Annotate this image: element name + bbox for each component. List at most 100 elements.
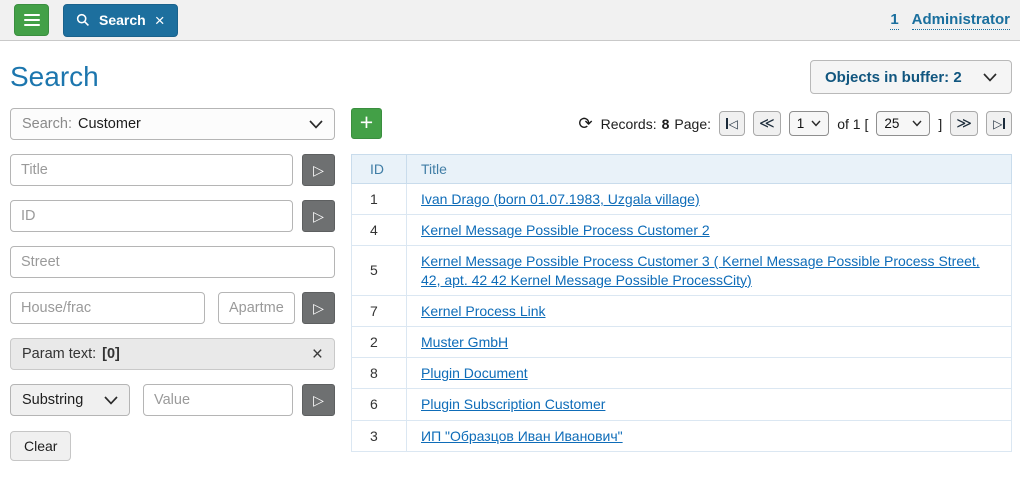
- pagination: ⟳ Records: 8 Page: ◁ ≪ 1 of 1 [: [578, 111, 1012, 136]
- param-text-label: Param text:: [22, 346, 96, 362]
- row-title-link[interactable]: Kernel Process Link: [421, 303, 546, 319]
- search-type-value: Customer: [78, 116, 141, 132]
- page-number-value: 1: [797, 116, 805, 131]
- row-id: 6: [352, 389, 407, 420]
- records-count: 8: [662, 116, 670, 132]
- tab-search[interactable]: Search ×: [63, 4, 178, 37]
- table-row: 5 Kernel Message Possible Process Custom…: [352, 246, 1012, 295]
- table-row: 6 Plugin Subscription Customer: [352, 389, 1012, 420]
- house-search-input[interactable]: [10, 292, 205, 324]
- row-id: 1: [352, 184, 407, 215]
- row-title-link[interactable]: ИП "Образцов Иван Иванович": [421, 428, 623, 444]
- last-page-icon: [1003, 118, 1005, 129]
- refresh-icon[interactable]: ⟳: [578, 115, 592, 132]
- page-label: Page:: [674, 116, 711, 132]
- last-page-button[interactable]: ▷: [986, 111, 1012, 136]
- previous-page-icon: ≪: [759, 116, 775, 131]
- results-toolbar: + ⟳ Records: 8 Page: ◁ ≪ 1 of 1 [: [351, 108, 1012, 139]
- run-address-search-button[interactable]: ▷: [302, 292, 335, 324]
- per-page-select[interactable]: 25: [876, 111, 930, 136]
- row-id: 5: [352, 246, 407, 295]
- left-triangle-icon: ◁: [729, 117, 738, 131]
- run-title-search-button[interactable]: ▷: [302, 154, 335, 186]
- session-count-link[interactable]: 1: [890, 10, 898, 31]
- param-count: [0]: [102, 346, 120, 362]
- row-title-link[interactable]: Plugin Subscription Customer: [421, 396, 605, 412]
- column-header-id[interactable]: ID: [352, 155, 407, 184]
- page-number-select[interactable]: 1: [789, 111, 830, 136]
- column-header-title[interactable]: Title: [407, 155, 1012, 184]
- row-id: 2: [352, 326, 407, 357]
- apartment-search-input[interactable]: [218, 292, 295, 324]
- row-title-link[interactable]: Ivan Drago (born 01.07.1983, Uzgala vill…: [421, 191, 700, 207]
- first-page-button[interactable]: ◁: [719, 111, 745, 136]
- chevron-down-icon: [983, 73, 997, 82]
- play-icon: ▷: [313, 300, 324, 317]
- search-form: Search: Customer ▷ ▷ ▷ Param text: [10, 108, 335, 461]
- row-title-link[interactable]: Plugin Document: [421, 365, 528, 381]
- run-param-search-button[interactable]: ▷: [302, 384, 335, 416]
- tab-close-icon[interactable]: ×: [155, 12, 165, 29]
- chevron-down-icon: [309, 120, 323, 129]
- top-bar: Search × 1 Administrator: [0, 0, 1020, 41]
- previous-page-button[interactable]: ≪: [753, 111, 781, 136]
- row-id: 8: [352, 358, 407, 389]
- table-row: 7 Kernel Process Link: [352, 295, 1012, 326]
- search-type-label: Search:: [22, 116, 72, 132]
- bracket-close-text: ]: [938, 116, 942, 132]
- table-row: 1 Ivan Drago (born 01.07.1983, Uzgala vi…: [352, 184, 1012, 215]
- buffer-count: 2: [953, 69, 961, 86]
- next-page-icon: ≫: [956, 116, 972, 131]
- search-icon: [76, 13, 90, 27]
- chevron-down-icon: [912, 120, 922, 127]
- table-row: 8 Plugin Document: [352, 358, 1012, 389]
- right-triangle-icon: ▷: [993, 117, 1002, 131]
- results-table: ID Title 1 Ivan Drago (born 01.07.1983, …: [351, 154, 1012, 452]
- id-search-input[interactable]: [10, 200, 293, 232]
- play-icon: ▷: [313, 162, 324, 179]
- search-type-select[interactable]: Search: Customer: [10, 108, 335, 140]
- buffer-dropdown[interactable]: Objects in buffer: 2: [810, 60, 1012, 94]
- row-title-link[interactable]: Kernel Message Possible Process Customer…: [421, 253, 980, 287]
- row-id: 3: [352, 420, 407, 451]
- run-id-search-button[interactable]: ▷: [302, 200, 335, 232]
- table-row: 3 ИП "Образцов Иван Иванович": [352, 420, 1012, 451]
- param-close-icon[interactable]: ×: [312, 345, 323, 364]
- param-text-bar: Param text: [0] ×: [10, 338, 335, 370]
- play-icon: ▷: [313, 392, 324, 409]
- row-id: 4: [352, 215, 407, 246]
- user-area: 1 Administrator: [890, 10, 1010, 31]
- add-record-button[interactable]: +: [351, 108, 382, 139]
- title-search-input[interactable]: [10, 154, 293, 186]
- match-mode-value: Substring: [22, 392, 83, 408]
- param-value-input[interactable]: [143, 384, 293, 416]
- row-id: 7: [352, 295, 407, 326]
- first-page-icon: [726, 118, 728, 129]
- results-body: 1 Ivan Drago (born 01.07.1983, Uzgala vi…: [352, 184, 1012, 452]
- match-mode-select[interactable]: Substring: [10, 384, 130, 416]
- next-page-button[interactable]: ≫: [950, 111, 978, 136]
- table-header-row: ID Title: [352, 155, 1012, 184]
- chevron-down-icon: [811, 120, 821, 127]
- clear-button[interactable]: Clear: [10, 431, 71, 461]
- page-title: Search: [10, 62, 99, 93]
- street-search-input[interactable]: [10, 246, 335, 278]
- buffer-label: Objects in buffer:: [825, 69, 949, 86]
- table-row: 4 Kernel Message Possible Process Custom…: [352, 215, 1012, 246]
- per-page-value: 25: [884, 116, 899, 131]
- records-summary: Records: 8 Page:: [601, 116, 711, 132]
- hamburger-icon: [24, 11, 40, 29]
- page-header: Search Objects in buffer: 2: [0, 41, 1020, 108]
- play-icon: ▷: [313, 208, 324, 225]
- row-title-link[interactable]: Muster GmbH: [421, 334, 508, 350]
- row-title-link[interactable]: Kernel Message Possible Process Customer…: [421, 222, 710, 238]
- user-name-link[interactable]: Administrator: [912, 10, 1010, 31]
- results-panel: + ⟳ Records: 8 Page: ◁ ≪ 1 of 1 [: [351, 108, 1012, 452]
- table-row: 2 Muster GmbH: [352, 326, 1012, 357]
- records-label: Records:: [601, 116, 657, 132]
- menu-button[interactable]: [14, 4, 49, 36]
- total-pages-text: of 1 [: [837, 116, 868, 132]
- plus-icon: +: [360, 111, 373, 134]
- chevron-down-icon: [104, 396, 118, 405]
- tab-label: Search: [99, 12, 146, 28]
